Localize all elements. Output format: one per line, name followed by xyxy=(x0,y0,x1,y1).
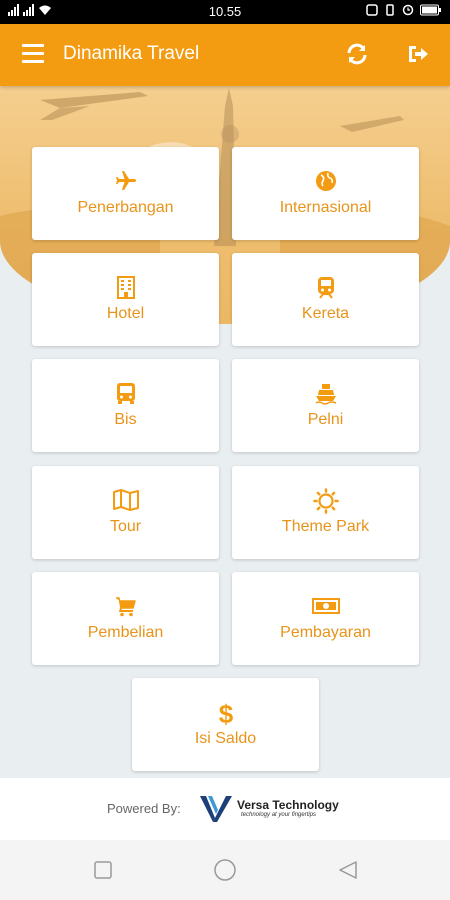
powered-by-label: Powered By: xyxy=(107,801,181,816)
alarm-icon xyxy=(402,4,414,16)
map-icon xyxy=(112,489,139,511)
menu-card-pembelian[interactable]: Pembelian xyxy=(32,572,219,665)
menu-card-bis[interactable]: Bis xyxy=(32,359,219,452)
sun-icon xyxy=(312,488,339,514)
dollar-icon: $ xyxy=(218,700,233,726)
nfc-icon xyxy=(366,4,378,16)
status-bar: 10.55 xyxy=(0,0,450,24)
globe-icon xyxy=(315,171,336,191)
menu-card-label: Penerbangan xyxy=(77,199,174,216)
menu-card-label: Isi Saldo xyxy=(194,730,257,747)
menu-card-tour[interactable]: Tour xyxy=(32,466,219,559)
logout-icon[interactable] xyxy=(406,42,430,66)
menu-card-kereta[interactable]: Kereta xyxy=(232,253,419,346)
menu-card-label: Bis xyxy=(114,411,137,428)
battery-icon xyxy=(420,4,441,16)
app-title: Dinamika Travel xyxy=(63,43,200,64)
svg-text:$: $ xyxy=(218,700,233,726)
menu-card-label: Internasional xyxy=(279,199,372,216)
refresh-icon[interactable] xyxy=(345,42,369,66)
brand-tagline: technology at your fingertips xyxy=(241,812,317,818)
menu-card-isi-saldo[interactable]: $ Isi Saldo xyxy=(132,678,319,771)
menu-card-theme-park[interactable]: Theme Park xyxy=(232,466,419,559)
system-nav-bar xyxy=(0,840,450,900)
airplane-icon xyxy=(115,171,136,190)
hotel-icon xyxy=(116,276,135,299)
cart-icon xyxy=(115,597,136,617)
menu-card-label: Pembelian xyxy=(87,624,164,641)
menu-card-pelni[interactable]: Pelni xyxy=(232,359,419,452)
brand-name: Versa Technology xyxy=(237,798,339,812)
hamburger-menu-icon[interactable] xyxy=(22,44,44,64)
menu-card-label: Theme Park xyxy=(281,518,370,535)
menu-card-label: Tour xyxy=(109,518,142,535)
versa-logo xyxy=(200,796,232,822)
menu-card-pembayaran[interactable]: Pembayaran xyxy=(232,572,419,665)
vibrate-icon xyxy=(386,4,394,16)
menu-card-hotel[interactable]: Hotel xyxy=(32,253,219,346)
back-button[interactable] xyxy=(338,860,358,880)
ship-icon xyxy=(315,384,336,405)
menu-card-label: Pelni xyxy=(307,411,344,428)
footer: Powered By: Versa Technology technology … xyxy=(0,778,450,840)
menu-card-label: Hotel xyxy=(106,305,145,322)
menu-card-internasional[interactable]: Internasional xyxy=(232,147,419,240)
menu-card-penerbangan[interactable]: Penerbangan xyxy=(32,147,219,240)
app-bar: Dinamika Travel xyxy=(0,24,450,86)
bus-icon xyxy=(116,383,135,404)
home-button[interactable] xyxy=(214,859,236,881)
recents-button[interactable] xyxy=(94,861,112,879)
money-icon xyxy=(311,598,340,614)
menu-card-label: Kereta xyxy=(301,305,350,322)
menu-card-label: Pembayaran xyxy=(280,624,371,641)
train-icon xyxy=(317,277,334,299)
